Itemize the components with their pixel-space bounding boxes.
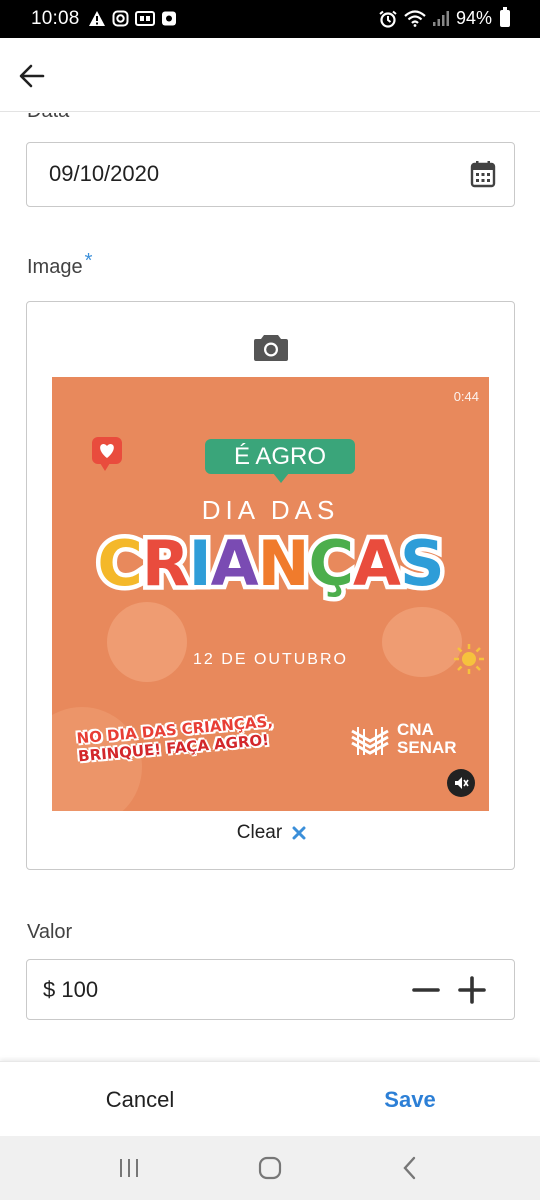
poster-title-letter: N — [253, 523, 314, 605]
date-label: Data — [27, 113, 69, 123]
poster-line1: DIA DAS — [201, 495, 340, 525]
cna-senar-logo-icon — [351, 727, 389, 755]
close-icon — [292, 826, 306, 840]
poster-title-letter: A — [206, 523, 263, 605]
cancel-button[interactable]: Cancel — [0, 1062, 280, 1137]
valor-value[interactable]: $ 100 — [43, 977, 98, 1003]
alarm-icon — [379, 10, 397, 28]
system-navigation-bar — [0, 1136, 540, 1200]
image-label: Image * — [27, 250, 92, 279]
plus-icon[interactable] — [456, 974, 488, 1006]
arrow-left-icon — [19, 64, 45, 88]
mute-icon — [455, 777, 469, 789]
poster-title-letter: S — [396, 523, 450, 605]
status-time: 10:08 — [31, 8, 80, 29]
back-nav-icon[interactable] — [390, 1152, 430, 1184]
agro-tag: É AGRO — [205, 439, 355, 483]
poster-title-letter: C — [93, 523, 147, 605]
required-mark: * — [84, 250, 93, 272]
valor-label: Valor — [27, 921, 73, 943]
video-duration: 0:44 — [453, 389, 479, 404]
battery-icon — [500, 7, 510, 27]
app-bar — [0, 38, 540, 112]
cna-senar-text: CNA SENAR — [397, 721, 457, 757]
calendar-icon[interactable] — [470, 160, 496, 188]
image-preview: 0:44 É AGRO DIA DAS CRIANÇAS 12 DE OUTUB… — [52, 377, 489, 811]
sun-icon — [454, 644, 484, 674]
save-button[interactable]: Save — [280, 1062, 540, 1137]
recent-apps-icon[interactable] — [109, 1152, 149, 1184]
poster-title-letter: A — [349, 523, 406, 605]
image-label-text: Image — [27, 256, 83, 278]
signal-icon — [432, 11, 449, 26]
poster-title: CRIANÇAS — [52, 523, 489, 605]
status-bar: 10:08 94% — [0, 0, 540, 38]
system-indicators: 94% — [378, 7, 510, 29]
poster-bubble — [107, 602, 187, 682]
mute-button[interactable] — [447, 769, 475, 797]
minus-icon[interactable] — [410, 974, 442, 1006]
action-bar: Cancel Save — [0, 1061, 540, 1136]
image-upload-box: 0:44 É AGRO DIA DAS CRIANÇAS 12 DE OUTUB… — [26, 301, 515, 870]
clear-label: Clear — [236, 822, 283, 843]
valor-stepper[interactable]: $ 100 — [26, 959, 515, 1020]
notification-icons — [88, 10, 177, 27]
warning-icon — [89, 11, 105, 26]
app-icon — [162, 11, 176, 26]
camera-icon[interactable] — [253, 332, 289, 362]
date-value: 09/10/2020 — [49, 161, 160, 186]
poster-title-letter: Ç — [304, 523, 358, 605]
form-content[interactable]: Data 09/10/2020 Image* 0:44 É AGRO DIA D… — [0, 113, 540, 1061]
logo-line2: SENAR — [397, 738, 457, 757]
date-field[interactable]: 09/10/2020 — [26, 142, 515, 207]
home-icon[interactable] — [250, 1152, 290, 1184]
back-button[interactable] — [14, 58, 50, 94]
heart-icon — [92, 437, 122, 471]
logo-line1: CNA — [397, 720, 434, 739]
poster-title-letter: R — [137, 523, 194, 605]
instagram-icon — [112, 10, 129, 27]
gallery-icon — [135, 11, 155, 26]
poster-title-letter: I — [184, 523, 216, 605]
poster-date: 12 DE OUTUBRO — [193, 651, 348, 668]
clear-button[interactable]: Clear — [27, 822, 516, 844]
battery-percentage: 94% — [455, 8, 492, 28]
wifi-icon — [404, 10, 426, 27]
